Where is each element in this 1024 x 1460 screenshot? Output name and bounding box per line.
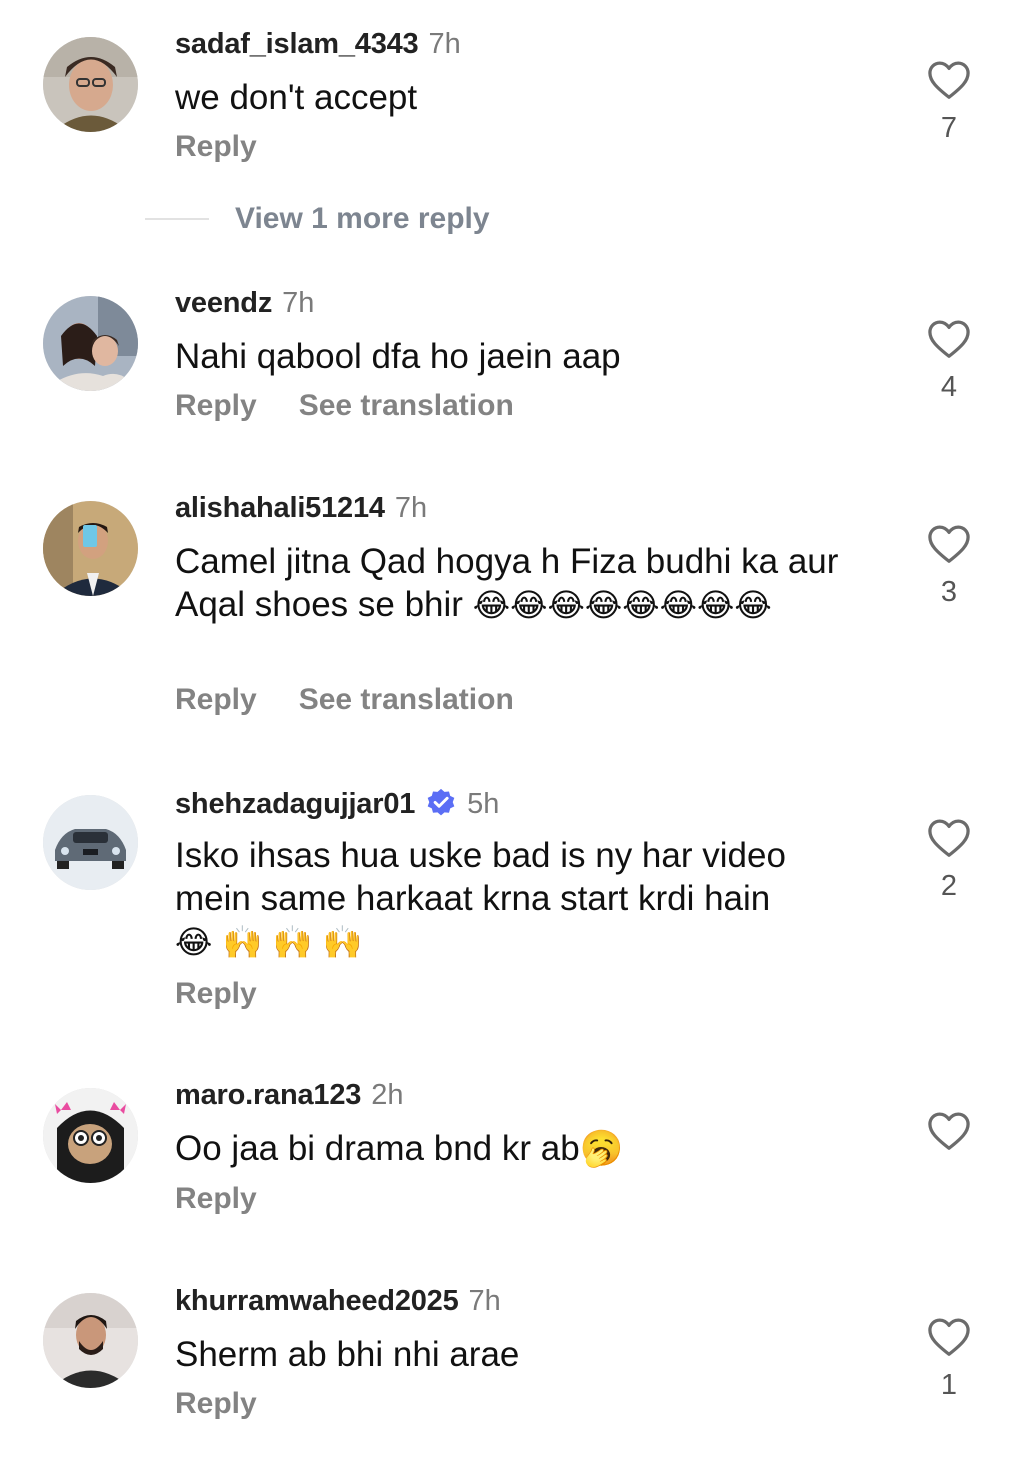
comment-text: Oo jaa bi drama bnd kr ab🥱 <box>175 1127 855 1171</box>
reply-button[interactable]: Reply <box>175 1182 257 1215</box>
reply-button[interactable]: Reply <box>175 977 257 1010</box>
car-avatar-icon <box>43 795 138 890</box>
username[interactable]: veendz <box>175 287 272 319</box>
heart-icon <box>928 1318 970 1356</box>
woman-glasses-avatar-icon <box>43 37 138 132</box>
man-phone-selfie-avatar-icon <box>43 501 138 596</box>
like-button[interactable]: 4 <box>925 319 973 404</box>
reply-button[interactable]: Reply <box>175 683 257 716</box>
user-avatar[interactable] <box>43 1088 138 1183</box>
laughing-emoji: 😂 <box>697 586 735 624</box>
like-count: 1 <box>940 1369 958 1401</box>
man-portrait-avatar-icon <box>43 1293 138 1388</box>
user-avatar[interactable] <box>43 37 138 132</box>
comment-text: Isko ihsas hua uske bad is ny har video … <box>175 834 855 964</box>
username[interactable]: shehzadagujjar01 <box>175 788 415 820</box>
username[interactable]: alishahali51214 <box>175 492 385 524</box>
like-button[interactable]: 2 <box>925 818 973 903</box>
comment-time: 2h <box>371 1079 404 1111</box>
like-button[interactable]: 3 <box>925 524 973 609</box>
laughing-emoji: 😂 <box>622 586 660 624</box>
cat-glasses-avatar-icon <box>43 1088 138 1183</box>
yawning-emoji: 🥱 <box>579 1129 624 1169</box>
username[interactable]: khurramwaheed2025 <box>175 1285 459 1317</box>
user-avatar[interactable] <box>43 501 138 596</box>
user-avatar[interactable] <box>43 1293 138 1388</box>
laughing-emoji-group: 😂😂😂😂😂😂😂😂 <box>473 585 772 624</box>
comment-text-body: Isko ihsas hua uske bad is ny har video … <box>175 836 786 918</box>
reply-button[interactable]: Reply <box>175 130 257 163</box>
like-count: 4 <box>940 371 958 403</box>
laughing-emoji: 😂 <box>510 586 548 624</box>
reply-button[interactable]: Reply <box>175 1387 257 1420</box>
view-more-label[interactable]: View 1 more reply <box>235 202 490 235</box>
like-button[interactable] <box>925 1111 973 1163</box>
user-avatar[interactable] <box>43 296 138 391</box>
comment-time: 7h <box>282 287 315 319</box>
divider-line <box>145 218 209 220</box>
comment-text: Nahi qabool dfa ho jaein aap <box>175 337 621 376</box>
laughing-emoji: 😂 <box>547 586 585 624</box>
see-translation-button[interactable]: See translation <box>299 389 514 422</box>
heart-icon <box>928 819 970 857</box>
username[interactable]: sadaf_islam_4343 <box>175 28 419 60</box>
comment-time: 5h <box>467 788 500 820</box>
like-button[interactable]: 1 <box>925 1317 973 1402</box>
comment-time: 7h <box>428 28 461 60</box>
comment-time: 7h <box>394 492 428 524</box>
heart-icon <box>928 61 970 99</box>
like-count: 2 <box>940 870 958 902</box>
two-people-selfie-avatar-icon <box>43 296 138 391</box>
view-more-replies[interactable]: View 1 more reply <box>145 202 490 236</box>
heart-icon <box>928 320 970 358</box>
laughing-emoji: 😂 <box>734 586 772 624</box>
reply-button[interactable]: Reply <box>175 389 257 422</box>
like-button[interactable]: 7 <box>925 60 973 145</box>
comment-text-body: Oo jaa bi drama bnd kr ab <box>175 1129 580 1168</box>
like-count: 7 <box>940 112 958 144</box>
comment-time: 7h <box>468 1285 501 1317</box>
laughing-emoji: 😂 <box>584 586 623 624</box>
comment-text: we don't accept <box>175 78 418 117</box>
heart-icon <box>928 525 970 563</box>
emoji-group: 😂 🙌 🙌 🙌 <box>175 923 363 961</box>
verified-badge-icon <box>427 788 455 816</box>
see-translation-button[interactable]: See translation <box>299 683 514 716</box>
user-avatar[interactable] <box>43 795 138 890</box>
username[interactable]: maro.rana123 <box>175 1079 361 1111</box>
like-count: 3 <box>940 576 958 608</box>
comment-text: Sherm ab bhi nhi arae <box>175 1335 520 1374</box>
heart-icon <box>928 1112 970 1150</box>
laughing-emoji: 😂 <box>472 586 511 624</box>
laughing-emoji: 😂 <box>659 586 698 624</box>
comment-text: Camel jitna Qad hogya h Fiza budhi ka au… <box>175 540 855 627</box>
